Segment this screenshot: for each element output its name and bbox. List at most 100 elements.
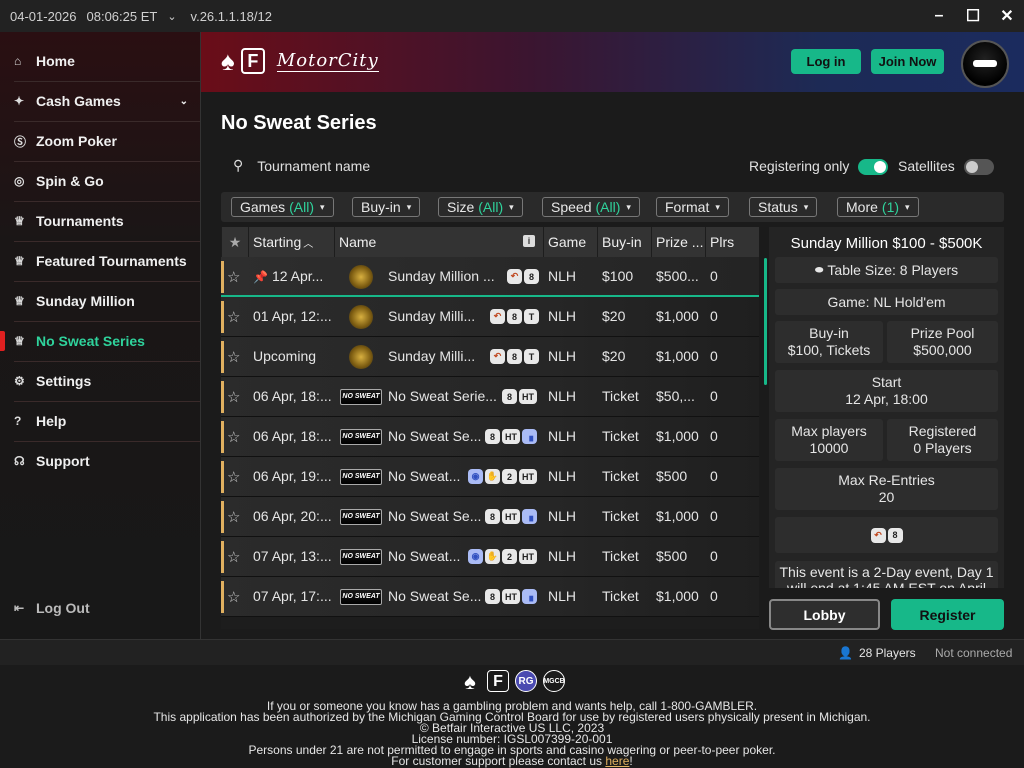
- prize-cell: $1,000: [656, 308, 699, 324]
- favorite-star-icon[interactable]: ☆: [227, 348, 240, 366]
- sidebar-item-label: Featured Tournaments: [36, 253, 187, 269]
- no-sweat-logo-icon: NO SWEAT: [340, 509, 382, 525]
- sidebar-item-zoom-poker[interactable]: Ⓢ Zoom Poker: [0, 121, 200, 161]
- name-cell: Sunday Milli...: [388, 348, 476, 364]
- favorite-star-icon[interactable]: ☆: [227, 468, 240, 486]
- table-row[interactable]: ☆ 01 Apr, 12:... Sunday Milli... ↶ 8 T NLH $20 $…: [221, 297, 759, 337]
- fanduel-icon: F: [240, 48, 265, 74]
- chevron-down-icon[interactable]: ⌄: [180, 96, 188, 107]
- row-accent: [221, 301, 224, 333]
- no-sweat-logo-icon: NO SWEAT: [340, 389, 382, 405]
- spade-icon: ♠: [464, 668, 476, 694]
- search-field[interactable]: ⚲ Tournament name: [233, 157, 370, 174]
- favorite-star-icon[interactable]: ☆: [227, 428, 240, 446]
- buyin-cell: $100: [602, 268, 634, 284]
- sidebar-item-label: Support: [36, 453, 90, 469]
- sidebar-item-featured-tournaments[interactable]: ♕ Featured Tournaments: [0, 241, 200, 281]
- name-cell: No Sweat Se...: [388, 508, 482, 524]
- responsible-gaming-icon[interactable]: RG: [515, 670, 537, 692]
- sidebar-item-cash-games[interactable]: ✦ Cash Games ⌄: [0, 81, 200, 121]
- header: ♠ F MotorCity Log in Join Now: [201, 32, 1024, 92]
- filter-buy-in[interactable]: Buy-in ▾: [352, 197, 421, 217]
- column-prize[interactable]: Prize ...: [651, 227, 705, 257]
- sidebar-item-tournaments[interactable]: ♕ Tournaments: [0, 201, 200, 241]
- info-icon[interactable]: i: [523, 235, 535, 247]
- maximize-button[interactable]: ☐: [956, 0, 990, 32]
- close-button[interactable]: ✕: [990, 0, 1024, 32]
- login-button[interactable]: Log in: [791, 49, 861, 74]
- chevron-down-icon[interactable]: ⌄: [167, 10, 176, 23]
- column-plrs[interactable]: Plrs: [705, 227, 759, 257]
- search-input[interactable]: Tournament name: [257, 158, 370, 174]
- sidebar-item-support[interactable]: ☊ Support: [0, 441, 200, 481]
- avatar[interactable]: [961, 40, 1009, 88]
- favorite-column-icon[interactable]: ★: [221, 227, 248, 257]
- table-row[interactable]: ☆ Upcoming Sunday Milli... ↶ 8 T NLH $20 $1,000 0: [221, 337, 759, 377]
- prize-pool-box: Prize Pool $500,000: [887, 321, 998, 363]
- favorite-star-icon[interactable]: ☆: [227, 388, 240, 406]
- sidebar-item-spin-go[interactable]: ◎ Spin & Go: [0, 161, 200, 201]
- filter-more[interactable]: More (1) ▾: [837, 197, 919, 217]
- filter-games[interactable]: Games (All) ▾: [231, 197, 334, 217]
- minimize-button[interactable]: –: [922, 0, 956, 32]
- filter-speed[interactable]: Speed (All) ▾: [542, 197, 640, 217]
- table-row[interactable]: ☆ 06 Apr, 19:... NO SWEAT No Sweat... ◉ ✋ 2 HT N…: [221, 457, 759, 497]
- sidebar-item-help[interactable]: ? Help: [0, 401, 200, 441]
- favorite-star-icon[interactable]: ☆: [227, 308, 240, 326]
- table-row[interactable]: ☆ 07 Apr, 17:... NO SWEAT No Sweat Se... 8 HT…: [221, 577, 759, 617]
- start-cell: 06 Apr, 18:...: [253, 428, 335, 444]
- support-text: For customer support please contact us: [391, 754, 606, 768]
- user-icon: 👤: [838, 646, 853, 660]
- start-cell: Upcoming: [253, 348, 335, 364]
- table-row[interactable]: ☆ 📌 12 Apr... Sunday Million ... ↶ 8 NLH $100 $5…: [221, 257, 759, 297]
- sidebar-item-home[interactable]: ⌂ Home: [0, 41, 200, 81]
- feature-badges: ↶ 8: [507, 269, 539, 284]
- filter-size[interactable]: Size (All) ▾: [438, 197, 523, 217]
- logout-button[interactable]: ⇤ Log Out: [14, 600, 90, 616]
- feature-badges-box: ↶ 8: [775, 517, 998, 553]
- sunday-million-logo-icon: [349, 265, 373, 289]
- favorite-star-icon[interactable]: ☆: [227, 588, 240, 606]
- sidebar-item-sunday-million[interactable]: ♕ Sunday Million: [0, 281, 200, 321]
- badge: 8: [485, 429, 500, 444]
- register-button[interactable]: Register: [891, 599, 1004, 630]
- game-cell: NLH: [548, 468, 577, 484]
- table-row[interactable]: ☆ 06 Apr, 18:... NO SWEAT No Sweat Serie...…: [221, 377, 759, 417]
- scrollbar[interactable]: [764, 258, 767, 385]
- table-row[interactable]: ☆ 06 Apr, 20:... NO SWEAT No Sweat Se... 8 HT…: [221, 497, 759, 537]
- favorite-star-icon[interactable]: ☆: [227, 268, 240, 286]
- support-link[interactable]: here: [605, 754, 629, 768]
- filter-value: (All): [595, 199, 621, 215]
- sidebar-item-settings[interactable]: ⚙ Settings: [0, 361, 200, 401]
- join-now-button[interactable]: Join Now: [871, 49, 944, 74]
- sidebar-item-label: Settings: [36, 373, 92, 389]
- no-sweat-logo-icon: NO SWEAT: [340, 549, 382, 565]
- satellites-toggle[interactable]: [964, 159, 994, 175]
- table-row[interactable]: ☆ 06 Apr, 18:... NO SWEAT No Sweat Se... 8 HT…: [221, 417, 759, 457]
- column-buyin[interactable]: Buy-in: [597, 227, 651, 257]
- badge: 8: [524, 269, 539, 284]
- favorite-star-icon[interactable]: ☆: [227, 548, 240, 566]
- badge: T: [524, 309, 539, 324]
- column-name[interactable]: Name i: [334, 227, 543, 257]
- players-cell: 0: [710, 348, 718, 364]
- sunday-million-logo-icon: [349, 345, 373, 369]
- filter-status[interactable]: Status ▾: [749, 197, 818, 217]
- filter-format[interactable]: Format ▾: [656, 197, 729, 217]
- favorite-star-icon[interactable]: ☆: [227, 508, 240, 526]
- feature-badges: 8 HT: [502, 389, 537, 404]
- buyin-cell: Ticket: [602, 388, 639, 404]
- badge: T: [524, 349, 539, 364]
- table-row[interactable]: ☆ 07 Apr, 13:... NO SWEAT No Sweat... ◉ ✋ 2 HT N…: [221, 537, 759, 577]
- players-cell: 0: [710, 548, 718, 564]
- brand-logo[interactable]: ♠ F MotorCity: [221, 48, 379, 74]
- sidebar-item-no-sweat-series[interactable]: ♕ No Sweat Series: [0, 321, 200, 361]
- game-cell: NLH: [548, 268, 577, 284]
- lobby-button[interactable]: Lobby: [769, 599, 880, 630]
- registering-only-toggle[interactable]: [858, 159, 888, 175]
- row-accent: [221, 261, 224, 293]
- column-game[interactable]: Game: [543, 227, 597, 257]
- buyin-cell: $20: [602, 308, 626, 324]
- column-starting[interactable]: Starting ︿: [248, 227, 334, 257]
- game-cell: NLH: [548, 308, 577, 324]
